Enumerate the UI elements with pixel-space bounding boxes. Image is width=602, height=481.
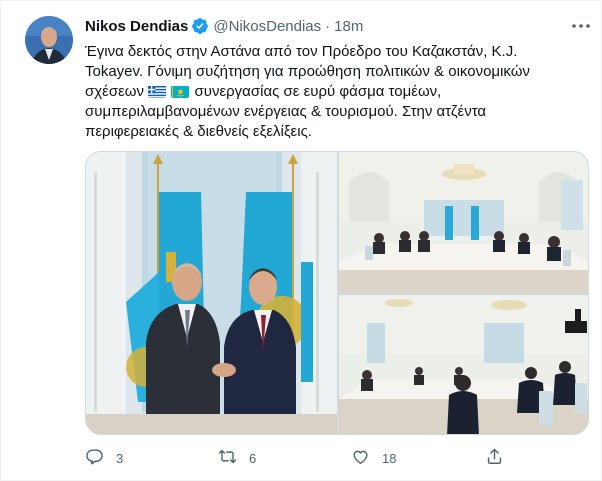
share-button[interactable] xyxy=(485,446,504,470)
tweet-time[interactable]: 18m xyxy=(334,18,363,35)
tweet-card[interactable]: Nikos Dendias @NikosDendias · 18m Έγινα … xyxy=(0,0,602,481)
greece-flag-icon xyxy=(148,85,167,98)
tweet-actions: 3 6 18 xyxy=(85,446,585,470)
reply-button[interactable]: 3 xyxy=(85,446,123,470)
avatar[interactable] xyxy=(25,16,73,64)
tweet-line-prefix: σχέσεων xyxy=(85,83,144,100)
media-grid xyxy=(85,151,589,435)
like-button[interactable]: 18 xyxy=(351,446,396,470)
separator-dot: · xyxy=(325,17,331,35)
verified-badge-icon xyxy=(191,17,209,35)
handshake-photo[interactable] xyxy=(86,152,337,434)
retweet-button[interactable]: 6 xyxy=(218,446,256,470)
retweet-count: 6 xyxy=(249,450,257,466)
tweet-line: συμπεριλαμβανομένων ενέργειας & τουρισμο… xyxy=(85,103,487,120)
tweet-line: Tokayev. Γόνιμη συζήτηση για προώθηση πο… xyxy=(85,63,530,80)
tweet-line: σχέσεων συνεργασίας σε ευρύ φάσμα τομέων… xyxy=(85,82,585,102)
tweet-line-rest: συνεργασίας σε ευρύ φάσμα τομέων, xyxy=(194,83,442,100)
share-icon xyxy=(485,447,504,469)
meeting-room-photo-2[interactable] xyxy=(339,295,588,434)
kazakhstan-flag-icon xyxy=(171,85,190,98)
more-icon[interactable] xyxy=(569,14,593,38)
author-handle[interactable]: @NikosDendias xyxy=(213,18,321,35)
like-count: 18 xyxy=(382,450,397,466)
retweet-icon xyxy=(218,447,237,469)
like-icon xyxy=(351,447,370,469)
reply-icon xyxy=(85,447,104,469)
tweet-text: Έγινα δεκτός στην Αστάνα από τον Πρόεδρο… xyxy=(85,42,585,142)
reply-count: 3 xyxy=(116,450,124,466)
tweet-line: Έγινα δεκτός στην Αστάνα από τον Πρόεδρο… xyxy=(85,43,518,60)
tweet-line: περιφερειακές & διεθνείς εξελίξεις. xyxy=(85,123,312,140)
tweet-header: Nikos Dendias @NikosDendias · 18m xyxy=(85,16,363,36)
author-name[interactable]: Nikos Dendias xyxy=(85,18,188,35)
meeting-room-photo[interactable] xyxy=(339,152,588,293)
